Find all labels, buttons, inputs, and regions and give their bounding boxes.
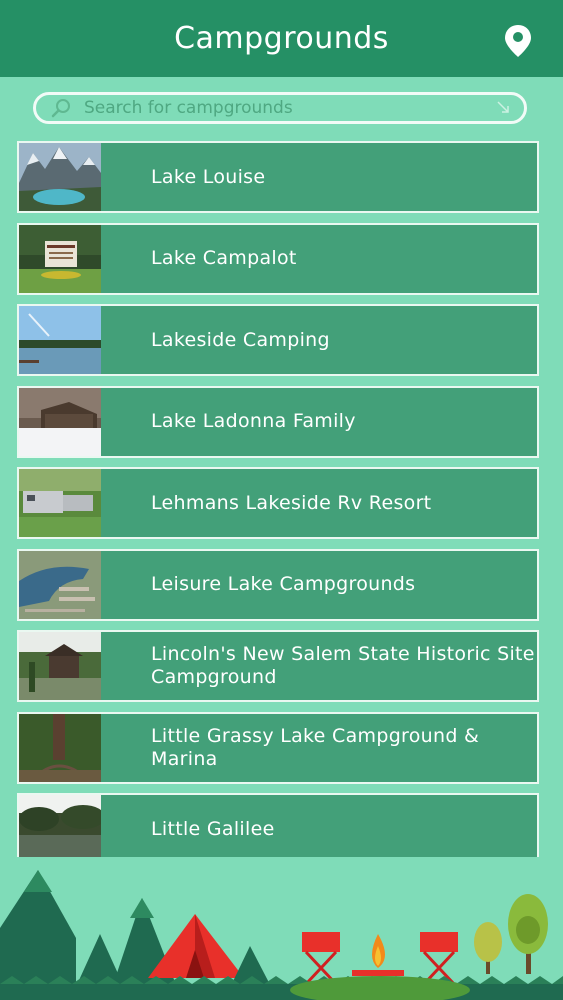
list-item-label: Lincoln's New Salem State Historic Site …	[151, 643, 535, 688]
search-bar	[33, 92, 527, 124]
map-pin-icon[interactable]	[503, 24, 533, 58]
list-item-label: Lake Louise	[151, 165, 266, 188]
list-item-label: Leisure Lake Campgrounds	[151, 573, 416, 595]
list-item-label: Lake Ladonna Family	[151, 410, 356, 432]
list-item[interactable]: Lakeside Camping	[17, 304, 539, 376]
list-item-label: Little Grassy Lake Campground & Marina	[151, 724, 480, 770]
list-item[interactable]: Lehmans Lakeside Rv Resort	[17, 467, 539, 539]
list-item[interactable]: Lake Campalot	[17, 222, 539, 295]
list-item[interactable]: Lake Louise	[17, 141, 539, 213]
list-item-label: Lake Campalot	[151, 247, 297, 269]
mountain-lake-photo	[19, 143, 101, 211]
list-item[interactable]: Leisure Lake Campgrounds	[17, 548, 539, 621]
list-item[interactable]: Lincoln's New Salem State Historic Site …	[17, 630, 539, 702]
list-item-label: Lehmans Lakeside Rv Resort	[151, 491, 432, 514]
campsite-illustration	[0, 870, 563, 1000]
campground-list: Lake Louise Lake Campalot Lakeside Campi…	[17, 141, 539, 857]
river-trees-photo	[19, 795, 101, 857]
app-header: Campgrounds	[0, 0, 563, 77]
list-item-label: Little Galilee	[151, 817, 275, 840]
rv-park-photo	[19, 469, 101, 537]
forest-tree-photo	[19, 713, 101, 782]
snowy-cabin-photo	[19, 387, 101, 456]
search-input[interactable]	[82, 95, 496, 121]
list-item-label: Lakeside Camping	[151, 328, 330, 351]
list-item[interactable]: Little Galilee	[17, 793, 539, 857]
search-icon	[50, 97, 72, 119]
list-item[interactable]: Little Grassy Lake Campground & Marina	[17, 711, 539, 784]
historic-cabin-photo	[19, 632, 101, 700]
campground-sign-photo	[19, 224, 101, 293]
list-item[interactable]: Lake Ladonna Family	[17, 385, 539, 458]
search-go-icon[interactable]	[496, 100, 512, 116]
aerial-lake-photo	[19, 550, 101, 619]
page-title: Campgrounds	[174, 21, 389, 56]
lake-sky-photo	[19, 306, 101, 374]
